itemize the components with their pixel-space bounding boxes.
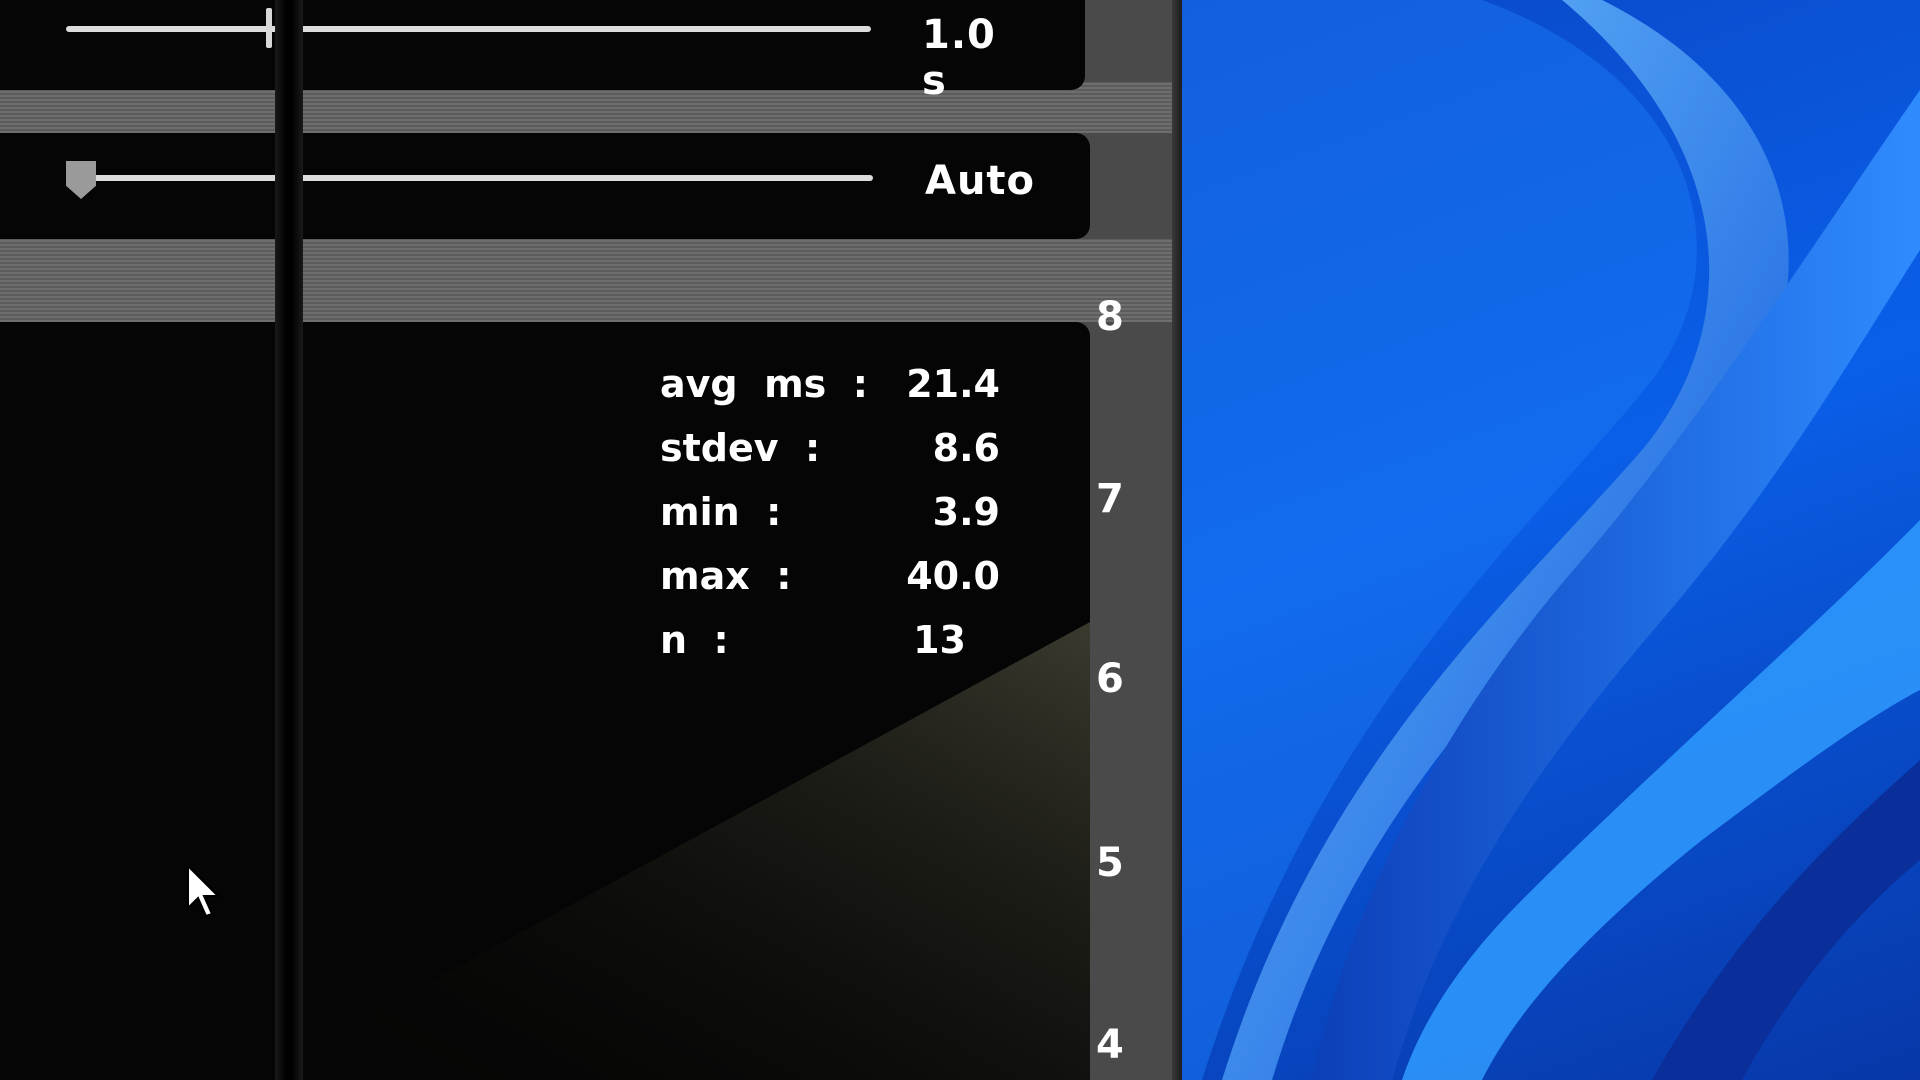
stat-label: min : <box>660 490 782 534</box>
duration-value: 1.0 s <box>922 12 996 104</box>
stat-value: 13 <box>913 618 966 662</box>
stat-value: 40.0 <box>906 554 1000 598</box>
scale-slider[interactable] <box>66 161 873 199</box>
scale-value: Auto <box>925 158 1036 204</box>
stat-label: n : <box>660 618 729 662</box>
stat-row-min: min : 3.9 <box>660 490 1000 554</box>
screen: 1.0 s Auto avg ms: 21.4 stdev: 8.6 min… <box>0 0 1920 1080</box>
slider-thumb[interactable] <box>66 161 96 199</box>
y-axis-tick: 8 <box>1096 294 1124 340</box>
y-axis-tick: 4 <box>1096 1022 1124 1068</box>
stat-value: 21.4 <box>906 362 1000 406</box>
scale-panel: Auto <box>0 133 1090 239</box>
stat-row-stdev: stdev : 8.6 <box>660 426 1000 490</box>
slider-track[interactable] <box>66 26 871 32</box>
duration-slider[interactable] <box>66 8 871 48</box>
separator-band <box>0 239 1180 322</box>
vertical-divider <box>275 0 303 1080</box>
duration-panel: 1.0 s <box>0 0 1085 104</box>
graph-fill <box>250 622 1090 1080</box>
y-axis-tick: 7 <box>1096 476 1124 522</box>
stats-readout: avg ms : 21.4 stdev : 8.6 min : 3.9 max … <box>660 362 1000 682</box>
wallpaper-swirl <box>1182 0 1920 1080</box>
arrow-pointer-icon <box>187 864 221 918</box>
stat-row-n: n : 13 <box>660 618 1000 682</box>
stat-label: stdev : <box>660 426 821 470</box>
stat-label: avg ms : <box>660 362 868 406</box>
stat-row-max: max : 40.0 <box>660 554 1000 618</box>
stat-row-avg: avg ms : 21.4 <box>660 362 1000 426</box>
desktop-wallpaper <box>1182 0 1920 1080</box>
y-axis-tick: 5 <box>1096 840 1124 886</box>
slider-track[interactable] <box>66 175 873 181</box>
y-axis-tick: 6 <box>1096 656 1124 702</box>
stat-value: 3.9 <box>932 490 1000 534</box>
stat-label: max : <box>660 554 792 598</box>
stat-value: 8.6 <box>932 426 1000 470</box>
slider-thumb[interactable] <box>265 8 272 48</box>
graph-app-window: 1.0 s Auto avg ms: 21.4 stdev: 8.6 min… <box>0 0 1180 1080</box>
